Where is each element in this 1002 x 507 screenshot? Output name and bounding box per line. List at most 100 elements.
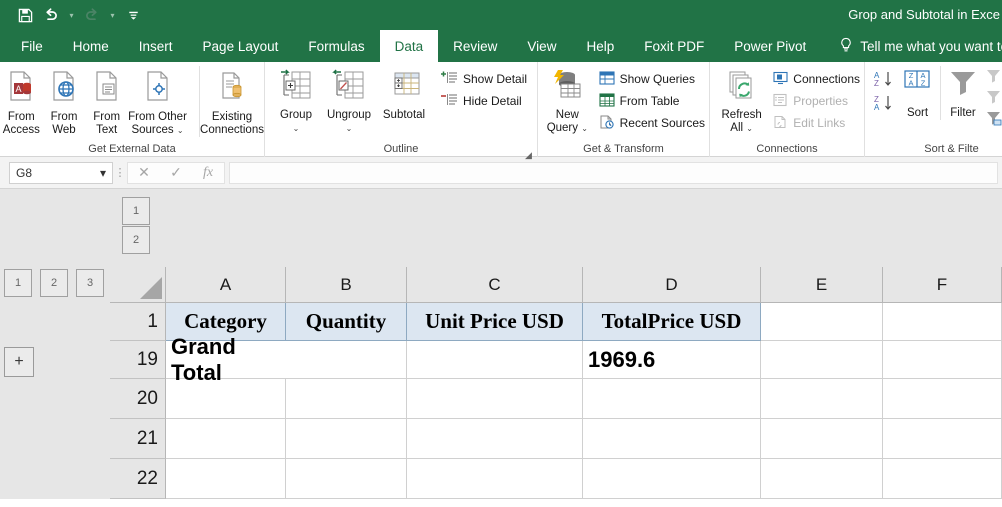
from-access-button[interactable]: A From Access <box>0 66 43 137</box>
hide-detail-button[interactable]: Hide Detail <box>437 90 531 112</box>
tab-page-layout[interactable]: Page Layout <box>188 30 294 62</box>
cell-e19[interactable] <box>761 341 883 379</box>
from-web-button[interactable]: From Web <box>43 66 86 137</box>
tab-formulas[interactable]: Formulas <box>293 30 379 62</box>
tab-file[interactable]: File <box>6 30 58 62</box>
show-queries-button[interactable]: Show Queries <box>595 68 709 90</box>
subtotal-button[interactable]: Subtotal <box>377 66 431 122</box>
cancel-icon[interactable]: ✕ <box>128 164 160 181</box>
tab-data[interactable]: Data <box>379 30 439 62</box>
column-header-d[interactable]: D <box>583 267 761 303</box>
row-header-20[interactable]: 20 <box>110 379 166 419</box>
customize-quick-access-toolbar-icon[interactable] <box>122 4 144 26</box>
connections-button[interactable]: Connections <box>769 68 864 90</box>
cell-c22[interactable] <box>407 459 583 499</box>
cell-a19[interactable]: Grand Total <box>166 334 286 385</box>
row-header-21[interactable]: 21 <box>110 419 166 459</box>
reapply-filter-icon[interactable] <box>985 89 1002 110</box>
cell-d21[interactable] <box>583 419 761 459</box>
column-header-b[interactable]: B <box>286 267 407 303</box>
redo-icon[interactable] <box>81 4 103 26</box>
select-all-button[interactable] <box>110 267 166 303</box>
column-header-e[interactable]: E <box>761 267 883 303</box>
chevron-down-icon[interactable]: ⌄ <box>581 124 588 133</box>
cell-e22[interactable] <box>761 459 883 499</box>
cell-f22[interactable] <box>883 459 1002 499</box>
cell-c19[interactable] <box>407 341 583 379</box>
cell-a21[interactable] <box>166 419 286 459</box>
from-table-button[interactable]: From Table <box>595 90 709 112</box>
new-query-button[interactable]: New Query ⌄ <box>542 66 593 135</box>
name-box-dropdown-icon[interactable]: ▾ <box>100 166 106 180</box>
chevron-down-icon[interactable]: ⌄ <box>177 126 184 135</box>
row-header-1[interactable]: 1 <box>110 303 166 341</box>
row-outline-level-1-button[interactable]: 1 <box>4 269 32 297</box>
formula-input[interactable] <box>229 161 998 184</box>
group-button[interactable]: Group ⌄ <box>271 66 321 135</box>
row-outline-level-2-button[interactable]: 2 <box>40 269 68 297</box>
undo-dropdown-caret-icon[interactable]: ▾ <box>66 4 77 26</box>
tab-insert[interactable]: Insert <box>124 30 188 62</box>
tab-view[interactable]: View <box>512 30 571 62</box>
filter-button[interactable]: Filter <box>939 66 985 120</box>
column-header-a[interactable]: A <box>166 267 286 303</box>
column-header-f[interactable]: F <box>883 267 1002 303</box>
cell-b22[interactable] <box>286 459 407 499</box>
row-header-19[interactable]: 19 <box>110 341 166 379</box>
cell-a22[interactable] <box>166 459 286 499</box>
recent-sources-button[interactable]: Recent Sources <box>595 112 709 134</box>
outline-dialog-launcher-icon[interactable]: ◢ <box>524 147 533 160</box>
cell-d19[interactable]: 1969.6 <box>583 341 761 379</box>
cell-f19[interactable] <box>883 341 1002 379</box>
tell-me-search[interactable]: Tell me what you want to do <box>821 30 1002 62</box>
cell-c21[interactable] <box>407 419 583 459</box>
cell-f21[interactable] <box>883 419 1002 459</box>
refresh-all-button[interactable]: Refresh All ⌄ <box>714 66 769 135</box>
insert-function-icon[interactable]: fx <box>192 165 224 181</box>
existing-connections-button[interactable]: Existing Connections <box>199 66 264 137</box>
cell-f1[interactable] <box>883 303 1002 341</box>
column-outline-level-1-button[interactable]: 1 <box>122 197 150 225</box>
cell-b21[interactable] <box>286 419 407 459</box>
cell-b19[interactable] <box>286 341 407 379</box>
save-icon[interactable] <box>14 4 36 26</box>
show-detail-button[interactable]: Show Detail <box>437 68 531 90</box>
column-header-c[interactable]: C <box>407 267 583 303</box>
cell-c20[interactable] <box>407 379 583 419</box>
cell-b1[interactable]: Quantity <box>286 303 407 341</box>
cell-a20[interactable] <box>166 379 286 419</box>
row-outline-level-3-button[interactable]: 3 <box>76 269 104 297</box>
tab-home[interactable]: Home <box>58 30 124 62</box>
sort-descending-icon[interactable]: Z A <box>873 94 895 118</box>
cell-b20[interactable] <box>286 379 407 419</box>
chevron-down-icon[interactable]: ⌄ <box>746 124 753 133</box>
redo-dropdown-caret-icon[interactable]: ▾ <box>107 4 118 26</box>
advanced-filter-icon[interactable] <box>985 110 1002 131</box>
from-text-button[interactable]: From Text <box>85 66 128 137</box>
cell-e1[interactable] <box>761 303 883 341</box>
clear-filter-icon[interactable] <box>985 68 1002 89</box>
enter-icon[interactable]: ✓ <box>160 164 192 181</box>
cell-e21[interactable] <box>761 419 883 459</box>
sort-button[interactable]: Z A A Z Sort <box>895 66 940 120</box>
column-outline-level-2-button[interactable]: 2 <box>122 226 150 254</box>
ungroup-button[interactable]: Ungroup ⌄ <box>321 66 377 135</box>
chevron-down-icon[interactable]: ⌄ <box>346 124 353 133</box>
cell-d22[interactable] <box>583 459 761 499</box>
tab-power-pivot[interactable]: Power Pivot <box>719 30 821 62</box>
tab-review[interactable]: Review <box>438 30 512 62</box>
cell-d20[interactable] <box>583 379 761 419</box>
row-header-22[interactable]: 22 <box>110 459 166 499</box>
cell-e20[interactable] <box>761 379 883 419</box>
cell-d1[interactable]: TotalPrice USD <box>583 303 761 341</box>
name-box[interactable]: G8 ▾ <box>9 161 113 184</box>
chevron-down-icon[interactable]: ⌄ <box>293 124 300 133</box>
cell-f20[interactable] <box>883 379 1002 419</box>
tab-help[interactable]: Help <box>571 30 629 62</box>
tab-foxit-pdf[interactable]: Foxit PDF <box>629 30 719 62</box>
from-other-sources-button[interactable]: From Other Sources ⌄ <box>128 66 187 137</box>
undo-icon[interactable] <box>40 4 62 26</box>
cell-c1[interactable]: Unit Price USD <box>407 303 583 341</box>
sort-ascending-icon[interactable]: A Z <box>873 70 895 94</box>
row-group-expand-button[interactable]: + <box>4 347 34 377</box>
